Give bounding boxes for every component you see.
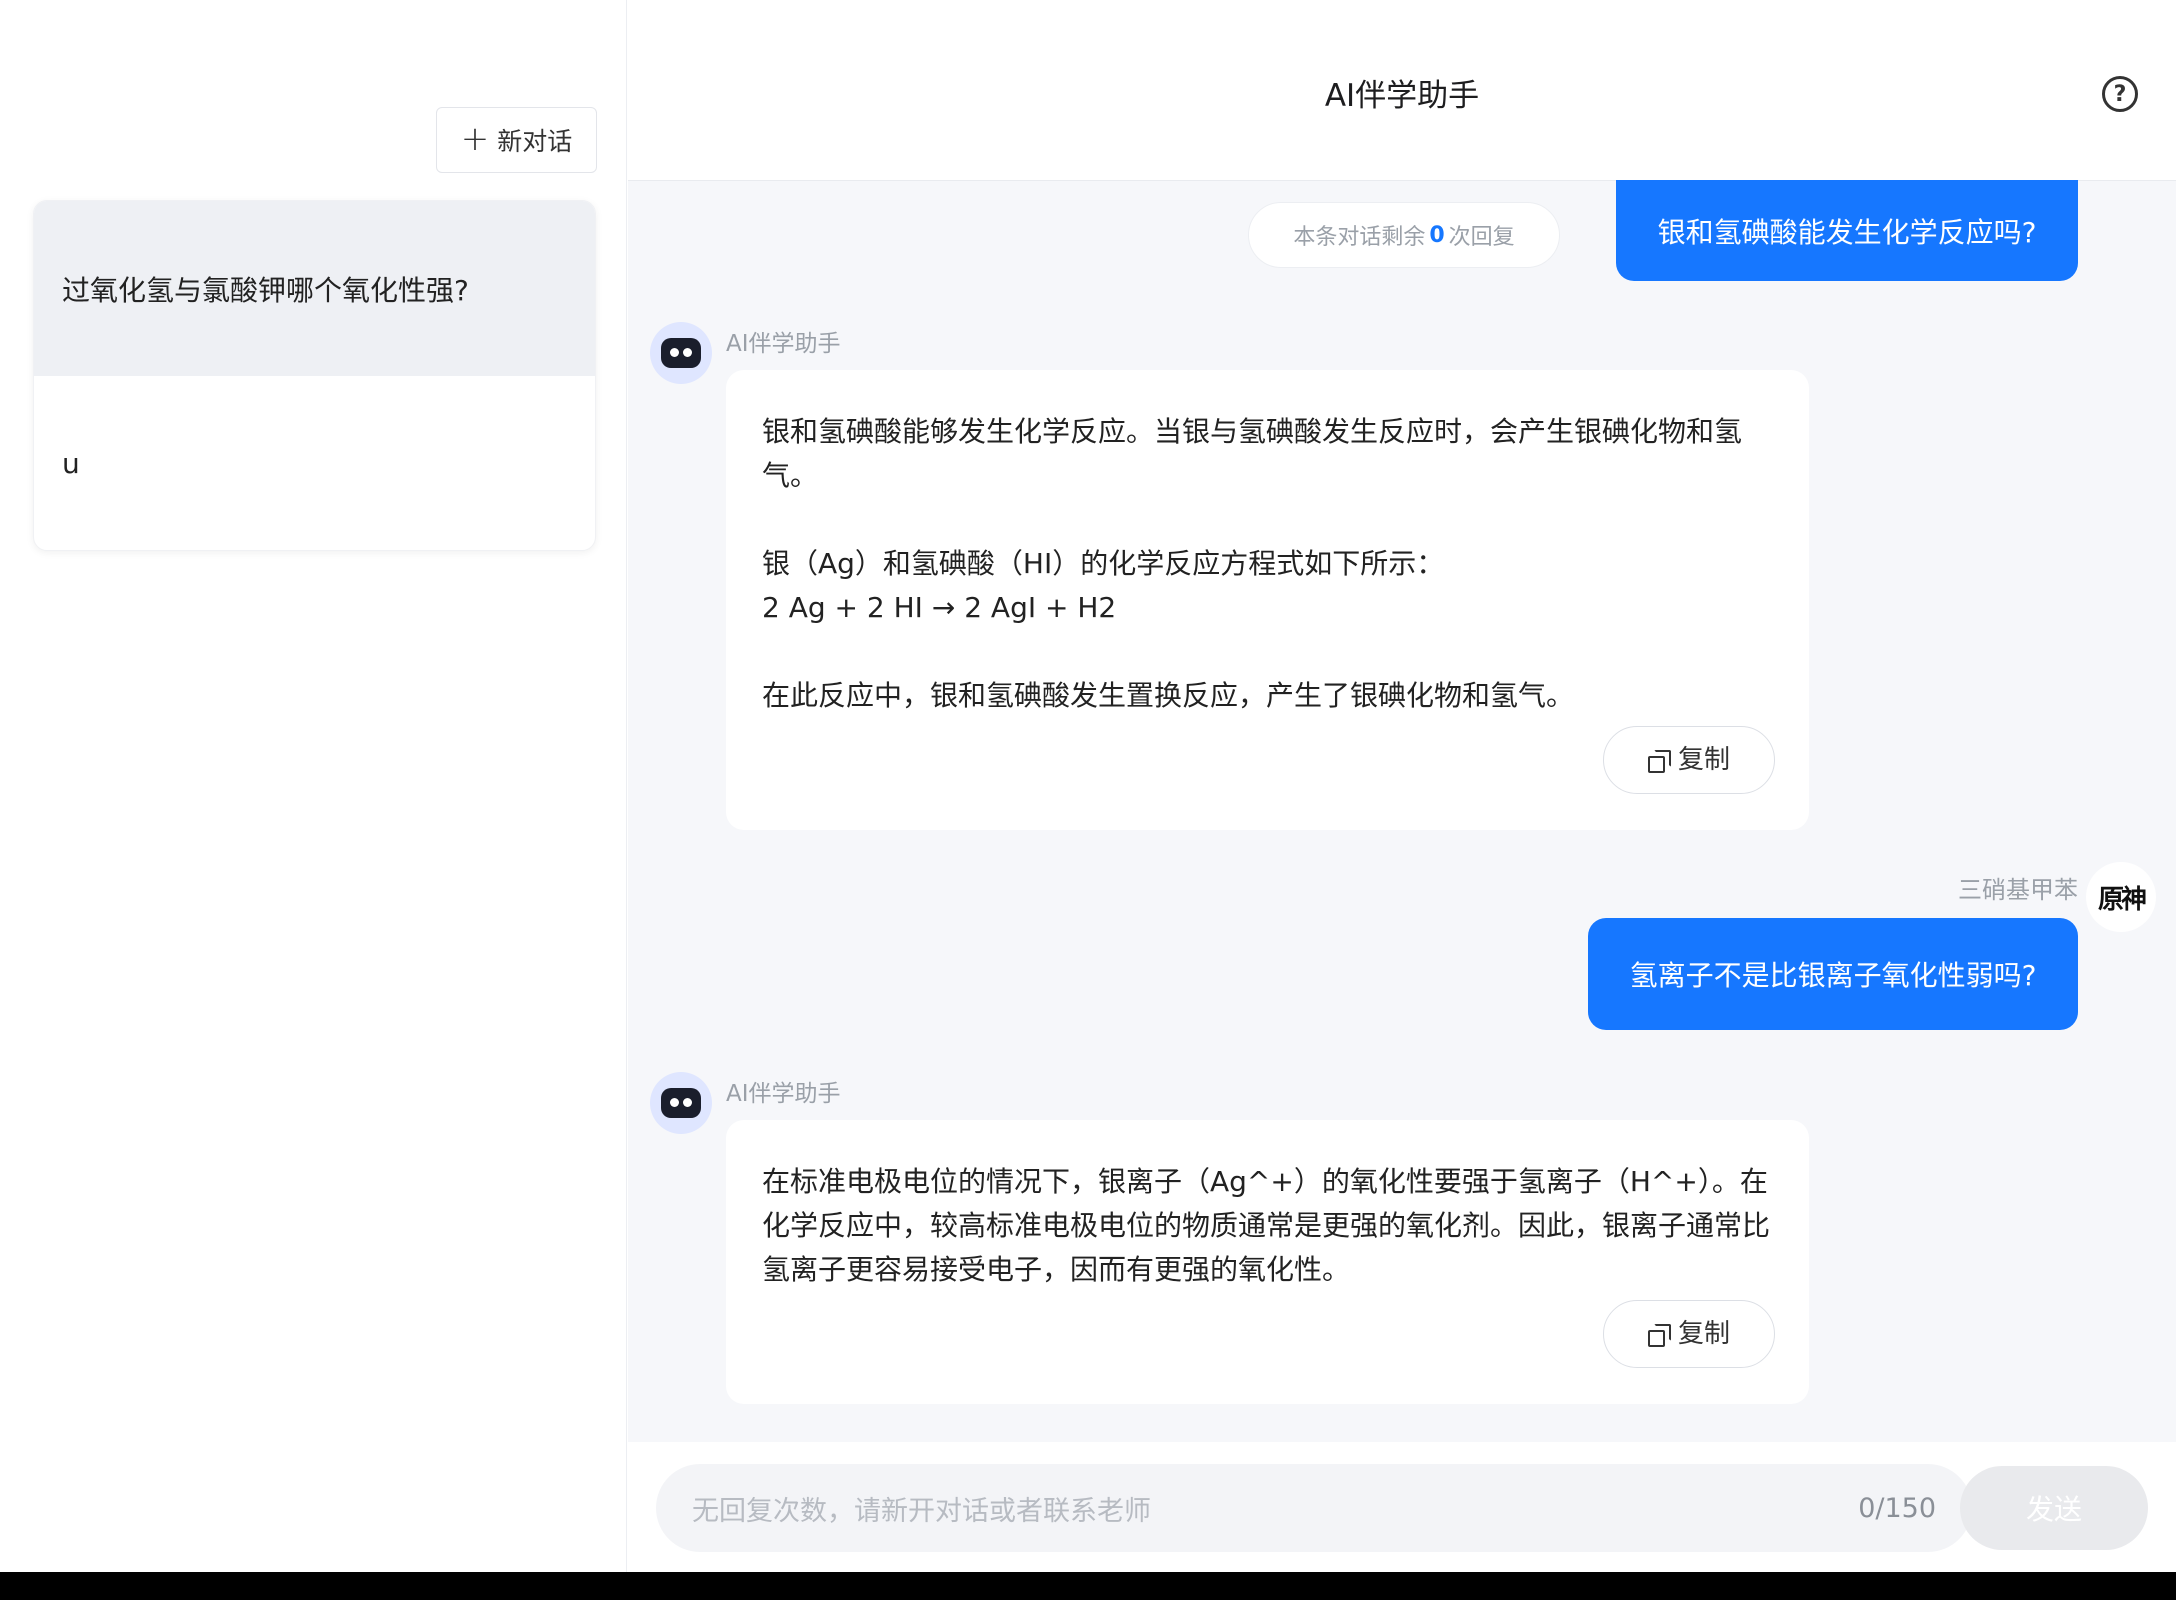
help-icon[interactable]: ? [2102, 76, 2138, 112]
user-message-text: 氢离子不是比银离子氧化性弱吗? [1629, 959, 2037, 992]
conversation-title: 过氧化氢与氯酸钾哪个氧化性强? [62, 273, 469, 307]
user-message-text: 银和氢碘酸能发生化学反应吗? [1657, 215, 2037, 249]
conversation-item-active[interactable]: 过氧化氢与氯酸钾哪个氧化性强? [34, 201, 595, 376]
copy-label: 复制 [1677, 1319, 1730, 1349]
copy-label: 复制 [1677, 745, 1730, 775]
copy-icon [1647, 1323, 1671, 1347]
assistant-name: AI伴学助手 [726, 331, 841, 357]
input-placeholder: 无回复次数，请新开对话或者联系老师 [692, 1495, 1151, 1527]
new-chat-label: 新对话 [497, 127, 573, 156]
assistant-message-text: 在标准电极电位的情况下，银离子（Ag^+）的氧化性要强于氢离子（H^+）。在化学… [762, 1165, 1771, 1286]
app-window: + 新对话 过氧化氢与氯酸钾哪个氧化性强? u AI伴学助手 ? 本条对话剩余 … [0, 0, 2176, 1572]
robot-icon [661, 338, 701, 368]
remaining-count: 0 [1429, 222, 1445, 248]
conversation-list: 过氧化氢与氯酸钾哪个氧化性强? u [33, 200, 596, 551]
remaining-prefix: 本条对话剩余 [1293, 225, 1426, 250]
assistant-message-card: 在标准电极电位的情况下，银离子（Ag^+）的氧化性要强于氢离子（H^+）。在化学… [726, 1120, 1809, 1404]
remaining-replies-badge: 本条对话剩余 0 次回复 [1248, 202, 1560, 268]
char-counter: 0/150 [1858, 1492, 1936, 1524]
page-title: AI伴学助手 [1324, 78, 1480, 114]
assistant-avatar [650, 322, 712, 384]
assistant-avatar [650, 1072, 712, 1134]
send-button[interactable]: 发送 [1960, 1466, 2148, 1550]
assistant-message-line: 2 Ag + 2 HI → 2 AgI + H2 [762, 591, 1117, 624]
remaining-suffix: 次回复 [1448, 225, 1515, 250]
assistant-message-line: 银（Ag）和氢碘酸（HI）的化学反应方程式如下所示： [762, 547, 1445, 580]
conversation-item[interactable]: u [34, 376, 595, 550]
copy-button[interactable]: 复制 [1603, 726, 1775, 794]
input-bar: 无回复次数，请新开对话或者联系老师 0/150 发送 [628, 1442, 2176, 1572]
new-chat-button[interactable]: + 新对话 [436, 107, 597, 173]
copy-icon [1647, 749, 1671, 773]
sidebar: + 新对话 过氧化氢与氯酸钾哪个氧化性强? u [0, 0, 627, 1572]
assistant-message-line: 银和氢碘酸能够发生化学反应。当银与氢碘酸发生反应时，会产生银碘化物和氢气。 [762, 415, 1743, 492]
conversation-title: u [62, 447, 80, 480]
user-message-bubble: 氢离子不是比银离子氧化性弱吗? [1588, 918, 2078, 1030]
assistant-message-line: 在此反应中，银和氢碘酸发生置换反应，产生了银碘化物和氢气。 [762, 679, 1575, 712]
user-message-bubble: 银和氢碘酸能发生化学反应吗? [1616, 180, 2078, 281]
user-name: 三硝基甲苯 [1958, 876, 2078, 904]
user-avatar: 原神 [2086, 862, 2156, 932]
copy-button[interactable]: 复制 [1603, 1300, 1775, 1368]
assistant-message-card: 银和氢碘酸能够发生化学反应。当银与氢碘酸发生反应时，会产生银碘化物和氢气。 银（… [726, 370, 1809, 830]
header-top-strip [628, 0, 2176, 40]
assistant-name: AI伴学助手 [726, 1081, 841, 1107]
chat-panel: AI伴学助手 ? 本条对话剩余 0 次回复 银和氢碘酸能发生化学反应吗? AI伴… [628, 0, 2176, 1572]
message-input[interactable]: 无回复次数，请新开对话或者联系老师 0/150 [656, 1464, 1972, 1552]
robot-icon [661, 1088, 701, 1118]
plus-icon: + [460, 118, 490, 159]
